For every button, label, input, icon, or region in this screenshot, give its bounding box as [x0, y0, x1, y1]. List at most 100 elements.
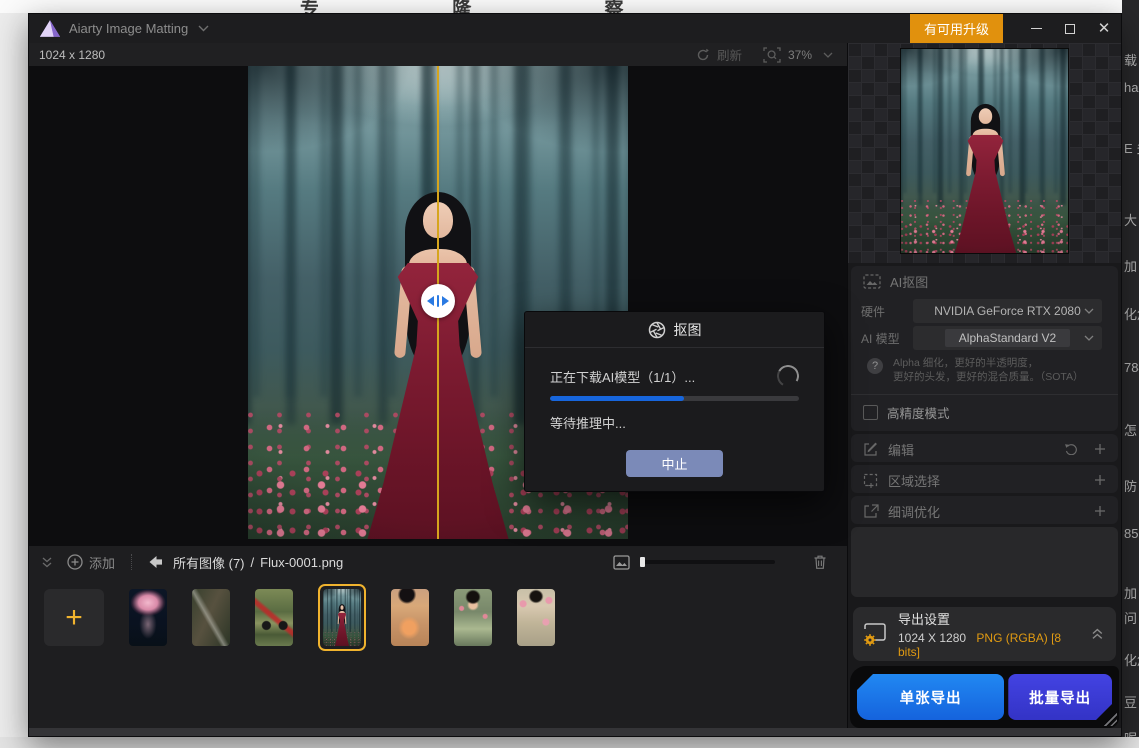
- settings-sidebar: AI抠图 硬件 NVIDIA GeForce RTX 2080 AI 模型 Al…: [847, 43, 1121, 728]
- matting-progress-dialog: 抠图 正在下载AI模型（1/1）... 等待推理中... 中止: [524, 311, 825, 492]
- section-region-label: 区域选择: [888, 471, 940, 490]
- background-window-top: 专 隆 察: [0, 0, 1122, 13]
- background-window-text-fragment: 防: [1124, 476, 1137, 495]
- transparency-preview-zone: [848, 43, 1121, 263]
- compare-slider-handle[interactable]: [421, 284, 455, 318]
- section-region-select[interactable]: 区域选择: [851, 465, 1118, 493]
- hardware-select[interactable]: NVIDIA GeForce RTX 2080: [913, 299, 1102, 323]
- background-window-text-fragment: 加: [1124, 256, 1137, 275]
- header-divider: [131, 554, 132, 570]
- high-precision-checkbox-row[interactable]: 高精度模式: [851, 395, 1118, 429]
- high-precision-label: 高精度模式: [887, 403, 950, 422]
- dialog-header: 抠图: [525, 312, 824, 348]
- section-edit[interactable]: 编辑: [851, 434, 1118, 462]
- add-images-button[interactable]: 添加: [67, 553, 115, 572]
- ai-matting-panel: AI抠图 硬件 NVIDIA GeForce RTX 2080 AI 模型 Al…: [851, 266, 1118, 431]
- thumbnail-image-bicycle: [255, 589, 293, 646]
- resize-grip[interactable]: [1102, 711, 1117, 726]
- ai-model-select[interactable]: AlphaStandard V2: [913, 326, 1102, 350]
- photo-woman-red-dress-forest: [901, 49, 1069, 254]
- model-hint-row: ? Alpha 细化，更好的半透明度， 更好的头发，更好的混合质量。（SOTA）: [851, 350, 1118, 388]
- expand-edit-icon[interactable]: [1094, 443, 1106, 455]
- upgrade-available-button[interactable]: 有可用升级: [910, 14, 1003, 43]
- single-export-button[interactable]: 单张导出: [857, 674, 1004, 720]
- compare-left-arrow-icon: [427, 296, 434, 306]
- plus-icon: +: [65, 603, 83, 633]
- collapse-up-icon[interactable]: [1091, 628, 1104, 640]
- export-settings-title: 导出设置: [898, 609, 1082, 628]
- maximize-icon: [1065, 24, 1075, 34]
- ai-matting-header[interactable]: AI抠图: [851, 266, 1118, 296]
- add-circle-icon: [67, 554, 83, 570]
- add-image-tile[interactable]: +: [44, 589, 104, 646]
- thumbnail-orange-flowers[interactable]: [391, 589, 429, 646]
- hardware-chevron-icon: [1084, 308, 1094, 314]
- result-preview-image: [900, 48, 1069, 254]
- minimize-button[interactable]: [1019, 14, 1053, 43]
- filmstrip-collapse-icon[interactable]: [41, 557, 53, 568]
- undo-icon[interactable]: [1064, 443, 1079, 455]
- section-edit-label: 编辑: [888, 440, 914, 459]
- download-status-text: 正在下载AI模型（1/1）...: [550, 367, 695, 386]
- export-button-dock: 单张导出 批量导出: [850, 666, 1119, 728]
- export-settings-panel[interactable]: 导出设置 1024 X 1280 PNG (RGBA) [8 bits]: [853, 607, 1116, 661]
- thumbnail-red-dress-selected[interactable]: [318, 584, 366, 651]
- expand-region-icon[interactable]: [1094, 474, 1106, 486]
- abort-button[interactable]: 中止: [626, 450, 723, 477]
- thumbnail-rose-garden-girl[interactable]: [517, 589, 555, 646]
- ai-matting-title: AI抠图: [890, 272, 928, 291]
- background-window-text-fragment: 加: [1124, 583, 1137, 602]
- background-window-text-fragment: 问: [1124, 608, 1137, 627]
- add-images-label: 添加: [89, 553, 115, 572]
- maximize-button[interactable]: [1053, 14, 1087, 43]
- filmstrip-header: 添加 所有图像 (7) / Flux-0001.png: [29, 546, 847, 576]
- delete-image-icon[interactable]: [813, 554, 827, 570]
- expand-fine-tune-icon[interactable]: [1094, 505, 1106, 517]
- thumbnail-image-jellyfish: [129, 589, 167, 646]
- filmstrip-panel: 添加 所有图像 (7) / Flux-0001.png: [29, 546, 847, 728]
- model-hint-text: Alpha 细化，更好的半透明度， 更好的头发，更好的混合质量。（SOTA）: [893, 356, 1084, 384]
- refresh-label[interactable]: 刷新: [717, 45, 742, 64]
- ai-model-chevron-icon: [1084, 335, 1094, 341]
- app-menu-chevron-icon[interactable]: [198, 25, 209, 32]
- window-bottom-edge: [29, 728, 1121, 736]
- export-size-value: 1024 X 1280: [898, 631, 966, 645]
- background-window-text-fragment: 怎: [1124, 420, 1137, 439]
- app-logo-icon: [39, 19, 61, 38]
- high-precision-checkbox[interactable]: [863, 405, 878, 420]
- download-progress-fill: [550, 396, 684, 401]
- thumbnail-garden-girl[interactable]: [454, 589, 492, 646]
- minimize-icon: [1031, 28, 1042, 30]
- image-dimensions-label: 1024 x 1280: [39, 48, 105, 62]
- background-window-text-fragment: 784: [1124, 360, 1139, 375]
- thumbnail-scene-red-dress: [323, 589, 361, 646]
- batch-export-button[interactable]: 批量导出: [1008, 674, 1112, 720]
- zoom-chevron-down-icon[interactable]: [823, 52, 833, 58]
- close-icon: ✕: [1098, 21, 1111, 36]
- aperture-icon: [648, 321, 666, 339]
- section-fine-tune[interactable]: 细调优化: [851, 496, 1118, 524]
- thumbnail-size-slider-handle[interactable]: [640, 557, 645, 567]
- empty-section-panel: [851, 527, 1118, 597]
- close-button[interactable]: ✕: [1087, 14, 1121, 43]
- refresh-icon[interactable]: [696, 48, 710, 62]
- thumbnail-image-orange-flowers: [391, 589, 429, 646]
- desktop-bottom: [0, 737, 1139, 748]
- zoom-icon[interactable]: [763, 47, 781, 63]
- compare-right-arrow-icon: [442, 296, 449, 306]
- loading-spinner-icon: [775, 363, 802, 390]
- background-window-text-fragment: 豆: [1124, 692, 1137, 711]
- back-arrow-icon[interactable]: [148, 555, 163, 569]
- inference-waiting-text: 等待推理中...: [550, 413, 799, 432]
- thumbnail-bicycle[interactable]: [255, 589, 293, 646]
- zoom-level-value[interactable]: 37%: [788, 48, 812, 62]
- thumbnail-forest-axe[interactable]: [192, 589, 230, 646]
- breadcrumb-collection[interactable]: 所有图像 (7): [173, 553, 245, 572]
- background-window-text-fragment: ha: [1124, 80, 1138, 95]
- edit-pen-icon: [863, 442, 879, 457]
- export-settings-icon: [861, 621, 889, 647]
- thumbnail-jellyfish[interactable]: [129, 589, 167, 646]
- hardware-value: NVIDIA GeForce RTX 2080: [934, 304, 1081, 318]
- help-icon[interactable]: ?: [867, 358, 883, 374]
- thumbnail-size-slider[interactable]: [640, 560, 775, 564]
